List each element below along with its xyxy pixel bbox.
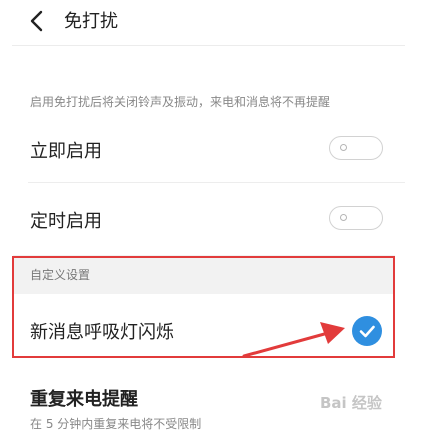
toggle-knob <box>340 144 347 151</box>
repeat-call-title[interactable]: 重复来电提醒 <box>30 385 138 411</box>
dnd-description: 启用免打扰后将关闭铃声及振动，来电和消息将不再提醒 <box>30 95 331 109</box>
checkmark-icon <box>359 325 375 338</box>
custom-section-label: 自定义设置 <box>30 268 91 282</box>
page-title: 免打扰 <box>64 11 118 32</box>
setting-label-scheduled: 定时启用 <box>30 211 102 232</box>
toggle-scheduled[interactable] <box>329 206 383 230</box>
toggle-knob <box>340 214 347 221</box>
dnd-settings-screen: 免打扰 启用免打扰后将关闭铃声及振动，来电和消息将不再提醒 立即启用 定时启用 … <box>0 0 433 439</box>
back-arrow-icon[interactable] <box>26 8 50 34</box>
breathing-light-checkbox[interactable] <box>352 316 382 346</box>
header: 免打扰 <box>0 0 433 46</box>
breathing-light-label: 新消息呼吸灯闪烁 <box>30 322 174 343</box>
toggle-immediate[interactable] <box>329 136 383 160</box>
row-divider <box>28 182 405 183</box>
repeat-call-subtitle: 在 5 分钟内重复来电将不受限制 <box>30 417 202 431</box>
header-divider <box>12 45 405 46</box>
setting-label-immediate: 立即启用 <box>30 141 102 162</box>
watermark: Bai 经验 <box>320 394 382 412</box>
